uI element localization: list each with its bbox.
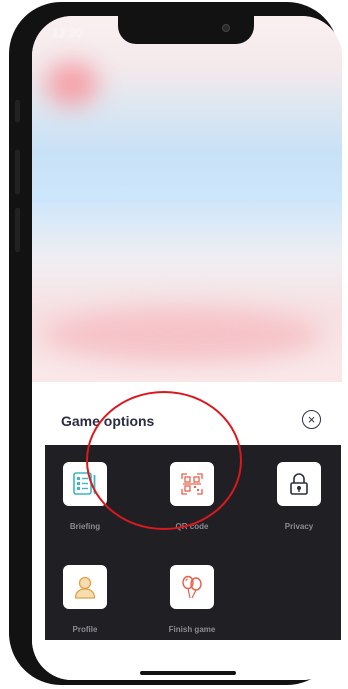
clipboard-icon [73, 472, 96, 495]
blurred-blob [42, 308, 322, 362]
profile-tile[interactable] [63, 565, 107, 609]
option-label: Briefing [69, 522, 101, 531]
close-icon: × [307, 412, 316, 427]
option-finish-game[interactable]: Finish game [157, 565, 227, 634]
privacy-tile[interactable] [277, 462, 321, 506]
phone-frame: 12:20 Game options × Briefing QR code Pr… [9, 2, 342, 685]
briefing-tile[interactable] [63, 462, 107, 506]
phone-screen: 12:20 Game options × Briefing QR code Pr… [32, 16, 342, 680]
qr-code-icon [181, 473, 203, 495]
balloons-icon [182, 575, 202, 599]
blurred-background [32, 16, 342, 396]
option-label: Privacy [284, 522, 314, 531]
option-briefing[interactable]: Briefing [50, 462, 120, 531]
camera-icon [222, 24, 230, 32]
option-label: QR code [175, 522, 209, 531]
status-time: 12:20 [52, 26, 83, 40]
game-options-sheet: Game options × Briefing QR code Privacy … [32, 382, 342, 680]
volume-up-button [15, 150, 20, 194]
home-indicator[interactable] [140, 671, 236, 675]
notch [118, 16, 254, 44]
lock-icon [290, 473, 308, 495]
blurred-blob [46, 62, 98, 106]
option-qr-code[interactable]: QR code [157, 462, 227, 531]
option-label: Finish game [168, 625, 216, 634]
option-label: Profile [72, 625, 98, 634]
option-profile[interactable]: Profile [50, 565, 120, 634]
volume-down-button [15, 208, 20, 252]
sheet-header: Game options × [32, 382, 342, 429]
silent-switch [15, 100, 20, 122]
option-privacy[interactable]: Privacy [264, 462, 334, 531]
sheet-title: Game options [61, 413, 155, 429]
qr-code-tile[interactable] [170, 462, 214, 506]
close-button[interactable]: × [302, 410, 321, 429]
user-icon [74, 576, 96, 599]
finish-game-tile[interactable] [170, 565, 214, 609]
options-grid: Briefing QR code Privacy Profile Finish … [45, 445, 341, 640]
